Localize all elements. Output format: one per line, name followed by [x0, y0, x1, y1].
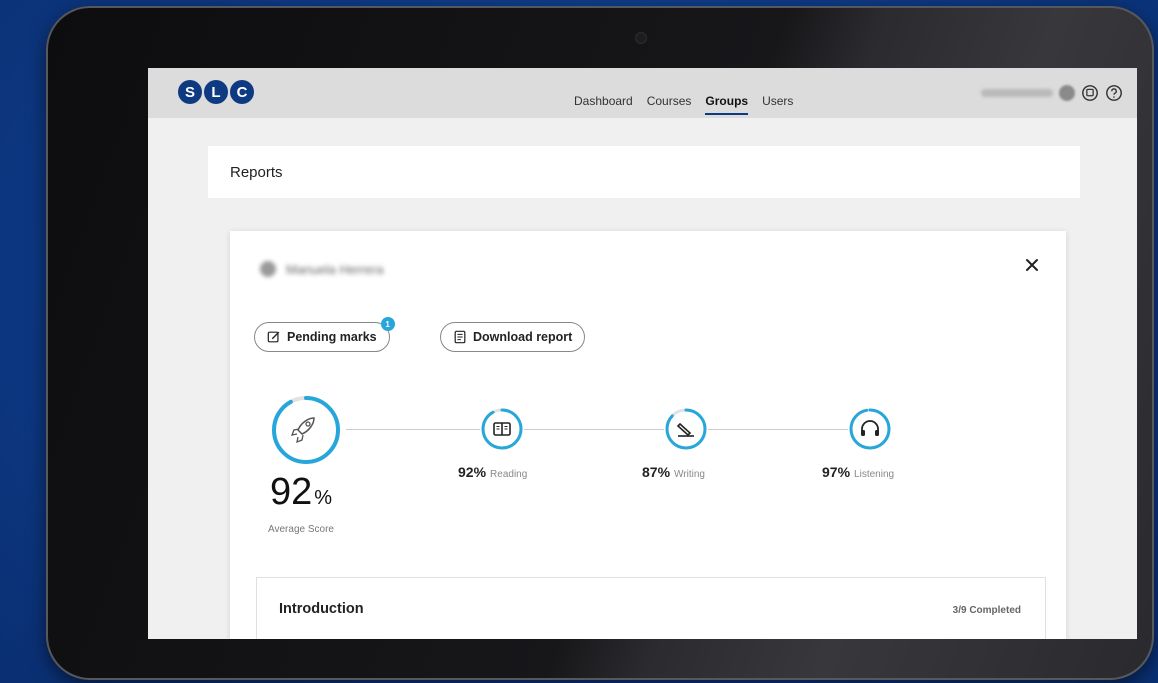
document-icon — [454, 330, 466, 344]
avatar[interactable] — [1059, 85, 1075, 101]
average-score-value: 92% — [270, 471, 332, 514]
student-avatar — [260, 261, 276, 277]
main-nav: Dashboard Courses Groups Users — [574, 94, 793, 115]
writing-ring — [665, 408, 707, 450]
nav-users[interactable]: Users — [762, 94, 793, 115]
logo-letter-s: S — [178, 80, 202, 104]
listening-score-label: Listening — [854, 469, 895, 480]
student-name: Manuela Herrera — [286, 261, 384, 277]
app-screen: S L C Dashboard Courses Groups Users Rep… — [148, 68, 1137, 639]
slc-logo[interactable]: S L C — [178, 80, 254, 104]
user-area — [981, 84, 1123, 102]
headphones-icon — [861, 420, 879, 436]
nav-dashboard[interactable]: Dashboard — [574, 94, 633, 115]
listening-progress-arc — [849, 408, 891, 450]
nav-groups[interactable]: Groups — [705, 94, 749, 115]
reading-score: 92% Reading — [458, 464, 527, 480]
help-icon[interactable] — [1105, 84, 1123, 102]
rocket-icon — [290, 417, 315, 444]
student-info: Manuela Herrera — [260, 261, 384, 277]
average-progress-arc — [272, 396, 340, 464]
top-navigation-bar: S L C Dashboard Courses Groups Users — [148, 68, 1137, 118]
average-score-number: 92 — [270, 471, 313, 513]
reading-ring — [481, 408, 523, 450]
writing-score-value: 87% — [642, 464, 671, 480]
listening-ring — [849, 408, 891, 450]
user-name-blurred[interactable] — [981, 89, 1053, 97]
chat-icon[interactable] — [1081, 84, 1099, 102]
pen-icon — [676, 422, 694, 437]
page-header: Reports — [208, 146, 1080, 198]
logo-letter-l: L — [204, 80, 228, 104]
logo-letter-c: C — [230, 80, 254, 104]
pending-marks-button[interactable]: Pending marks 1 — [254, 317, 395, 352]
listening-score: 97% Listening — [822, 464, 894, 480]
average-score-ring — [272, 396, 340, 464]
edit-icon — [267, 331, 280, 343]
pending-count-badge: 1 — [380, 317, 395, 331]
section-status: 3/9 Completed — [952, 605, 1021, 616]
progress-connector — [708, 429, 848, 430]
nav-courses[interactable]: Courses — [647, 94, 692, 115]
section-title: Introduction — [279, 601, 364, 617]
book-icon — [493, 422, 511, 436]
listening-score-value: 97% — [822, 464, 851, 480]
writing-score: 87% Writing — [642, 464, 705, 480]
page-title: Reports — [230, 164, 283, 181]
progress-connector — [524, 429, 664, 430]
download-report-button[interactable]: Download report — [440, 322, 586, 352]
pending-marks-label: Pending marks — [287, 330, 377, 344]
tablet-frame: S L C Dashboard Courses Groups Users Rep… — [46, 6, 1154, 680]
average-score-unit: % — [314, 487, 333, 509]
average-score-label: Average Score — [268, 524, 334, 535]
student-report-card: Manuela Herrera Pending marks 1 Download… — [230, 231, 1066, 639]
reading-score-label: Reading — [490, 469, 528, 480]
section-row-introduction[interactable]: Introduction 3/9 Completed — [256, 577, 1046, 639]
reading-score-value: 92% — [458, 464, 487, 480]
close-icon[interactable] — [1020, 253, 1044, 277]
download-report-label: Download report — [473, 330, 573, 344]
progress-connector — [346, 429, 480, 430]
writing-score-label: Writing — [674, 469, 705, 480]
camera-icon — [635, 32, 647, 44]
